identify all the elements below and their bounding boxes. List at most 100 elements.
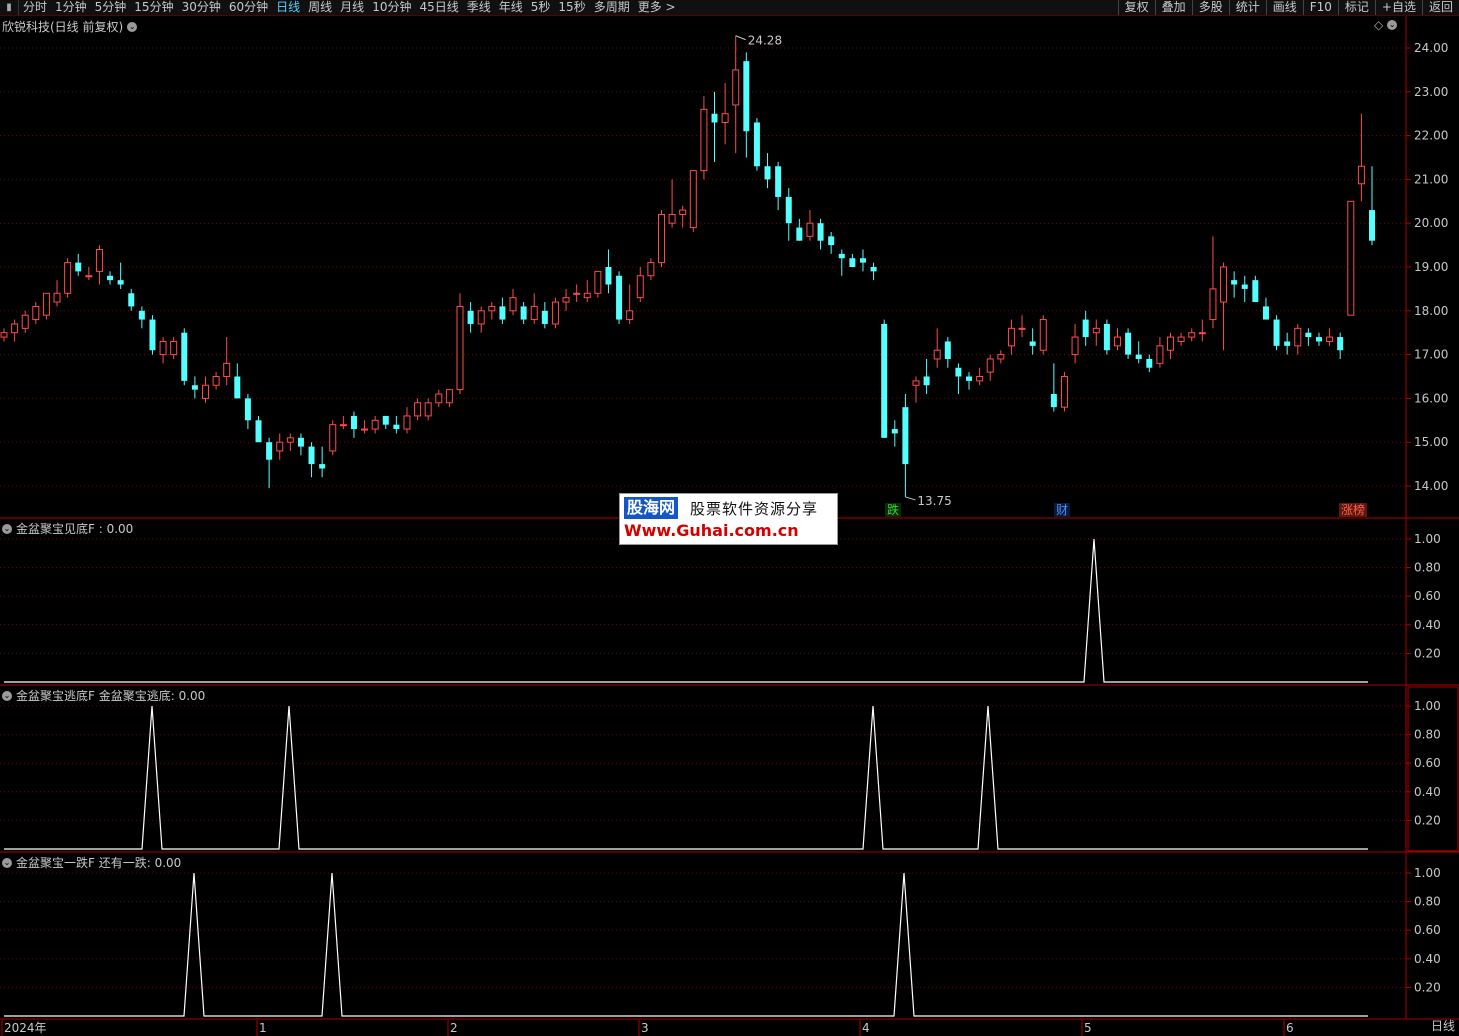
signal-tick-label: 0.40 (1414, 952, 1441, 966)
period-tab-1[interactable]: 1分钟 (51, 0, 91, 15)
candle-body-up (1294, 327, 1302, 347)
price-tick-label: 14.00 (1414, 479, 1448, 493)
candle-body-down (1273, 319, 1280, 346)
signal-tick-label: 1.00 (1414, 699, 1441, 713)
period-tab-13[interactable]: 5秒 (527, 0, 555, 15)
candle-body-up (212, 376, 220, 386)
period-tab-0[interactable]: 分时 (19, 0, 51, 15)
event-mark-limit-up[interactable]: 涨榜 (1339, 503, 1368, 517)
candle-body-down (266, 442, 273, 460)
panel-toggle-icon[interactable]: ▮ (0, 0, 19, 15)
candle-body-up (424, 402, 432, 417)
toolbar-button-8[interactable]: 返回 (1421, 0, 1459, 15)
event-mark-fall[interactable]: 跌 (885, 503, 902, 517)
toolbar-button-3[interactable]: 统计 (1228, 0, 1266, 15)
candle-body-up (53, 292, 61, 303)
signal-line (4, 705, 1368, 850)
period-tab-7[interactable]: 周线 (304, 0, 336, 15)
signal-tick-label: 1.00 (1414, 866, 1441, 880)
period-tab-4[interactable]: 30分钟 (178, 0, 225, 15)
candle-body-down (255, 420, 262, 443)
candle-body-up (414, 402, 422, 417)
period-tab-12[interactable]: 年线 (495, 0, 527, 15)
candle-body-up (488, 305, 496, 312)
candle-body-up (1326, 336, 1334, 342)
candle-body-down (870, 267, 877, 272)
candle-body-down (616, 275, 623, 320)
x-axis-label: 4 (862, 1021, 870, 1035)
toolbar-button-2[interactable]: 多股 (1191, 0, 1229, 15)
candle-body-down (743, 61, 750, 132)
price-tick-label: 23.00 (1414, 85, 1448, 99)
min-pointer (905, 496, 916, 501)
period-tab-15[interactable]: 多周期 (590, 0, 634, 15)
candle-body-up (636, 275, 644, 299)
toolbar-button-1[interactable]: 叠加 (1154, 0, 1192, 15)
panel-3-collapse-icon[interactable]: ⌄ (2, 857, 12, 868)
candle-body-down (297, 437, 304, 447)
toolbar-button-5[interactable]: F10 (1302, 0, 1338, 15)
candle-body-down (775, 166, 782, 197)
main-title-dropdown-icon[interactable]: ⌄ (127, 21, 138, 32)
toolbar-button-0[interactable]: 复权 (1117, 0, 1155, 15)
candle-body-down (785, 196, 792, 224)
candle-body-down (1050, 394, 1057, 408)
watermark-ad: 股海网 股票软件资源分享 Www.Guhai.com.cn (619, 493, 838, 545)
event-mark-finance[interactable]: 财 (1054, 503, 1071, 517)
signal-tick-label: 0.40 (1414, 618, 1441, 632)
period-tab-3[interactable]: 15分钟 (130, 0, 177, 15)
candle-body-up (976, 376, 984, 382)
candle-body-down (1231, 280, 1238, 285)
period-tab-10[interactable]: 45日线 (415, 0, 462, 15)
candle-body-up (1220, 266, 1228, 303)
candle-body-down (1125, 332, 1132, 355)
options-dropdown-icon[interactable]: ⌄ (1387, 20, 1398, 30)
toolbar-button-6[interactable]: 标记 (1337, 0, 1375, 15)
panel-1-title-text: 金盆聚宝见底F : 0.00 (16, 522, 134, 536)
candle-body-up (657, 213, 665, 264)
toolbar-button-7[interactable]: +自选 (1374, 0, 1422, 15)
toolbar-button-4[interactable]: 画线 (1265, 0, 1303, 15)
candle-body-down (849, 258, 856, 267)
signal-tick-label: 1.00 (1414, 532, 1441, 546)
period-tab-9[interactable]: 10分钟 (368, 0, 415, 15)
candle-body-down (520, 306, 527, 320)
candle-body-up (806, 222, 814, 237)
diamond-icon[interactable]: ◇ (1374, 18, 1383, 32)
candle-body-down (319, 464, 326, 469)
ad-slogan: 股票软件资源分享 (690, 500, 819, 518)
main-chart-controls: ◇ ⌄ (1374, 18, 1398, 32)
candle-body-up (668, 213, 676, 224)
candle-body-up (986, 358, 994, 373)
candle-body-up (626, 310, 634, 321)
candle-body-up (1092, 327, 1100, 334)
period-tab-16[interactable]: 更多 > (634, 0, 680, 15)
panel-2-collapse-icon[interactable]: ⌄ (2, 690, 12, 701)
signal-tick-label: 0.60 (1414, 756, 1441, 770)
candle-body-down (499, 306, 506, 320)
period-tab-2[interactable]: 5分钟 (91, 0, 131, 15)
candle-body-up (286, 437, 294, 443)
candle-body-up (530, 305, 538, 321)
candle-body-up (42, 292, 50, 316)
candle-body-up (1177, 336, 1185, 342)
candle-body-down (149, 319, 156, 351)
period-tab-14[interactable]: 15秒 (554, 0, 589, 15)
signal-tick-label: 0.80 (1414, 561, 1441, 575)
panel-3-title: ⌄ 金盆聚宝一跌F 还有一跌: 0.00 (2, 854, 181, 871)
candle-body-down (923, 376, 930, 386)
candle-body-down (764, 166, 771, 180)
candle-body-down (350, 415, 357, 430)
period-tab-11[interactable]: 季线 (463, 0, 495, 15)
period-tab-8[interactable]: 月线 (336, 0, 368, 15)
candle-body-up (1060, 376, 1068, 408)
ad-url: Www.Guhai.com.cn (624, 521, 799, 540)
signal-line (4, 538, 1368, 683)
candle-body-down (955, 367, 962, 377)
candle-body-down (1241, 284, 1248, 289)
period-tab-6[interactable]: 日线 (272, 0, 304, 15)
period-tab-5[interactable]: 60分钟 (225, 0, 272, 15)
price-tick-label: 19.00 (1414, 260, 1448, 274)
panel-1-collapse-icon[interactable]: ⌄ (2, 523, 12, 534)
candle-body-down (1252, 280, 1259, 303)
